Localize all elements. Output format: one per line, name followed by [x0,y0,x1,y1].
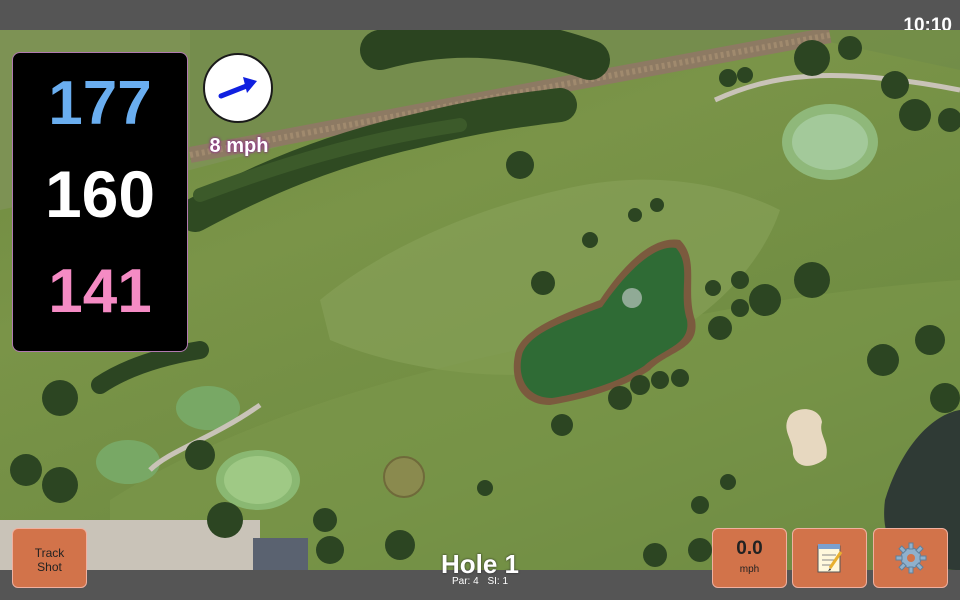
middle-distance: 160 [44,157,156,231]
si-label: SI: 1 [487,576,509,587]
track-shot-label-line2: Shot [37,560,62,574]
track-shot-button[interactable]: Track Shot [12,528,87,588]
wind-speed-label: 8 mph [209,135,269,157]
track-shot-label-line1: Track [34,546,65,560]
speed-button[interactable]: 0.0 mph [712,528,787,588]
distance-panel: 177 160 141 [12,52,188,352]
notepad-icon [817,544,842,573]
settings-button[interactable] [873,528,948,588]
top-status-bar: 10:10 [0,0,960,36]
wind-arrow-icon [218,77,257,99]
par-label: Par: 4 [451,576,479,587]
course-satellite-map[interactable]: 177 160 141 8 mph [0,30,960,570]
notes-button[interactable] [792,528,867,588]
speed-value: 0.0 [736,538,763,559]
speed-unit: mph [739,564,760,575]
gear-icon [895,542,926,574]
wind-direction-indicator [203,53,273,123]
hole-meta: Par: 4 SI: 1 [380,576,580,587]
back-distance: 177 [48,69,152,138]
front-distance: 141 [48,257,152,326]
